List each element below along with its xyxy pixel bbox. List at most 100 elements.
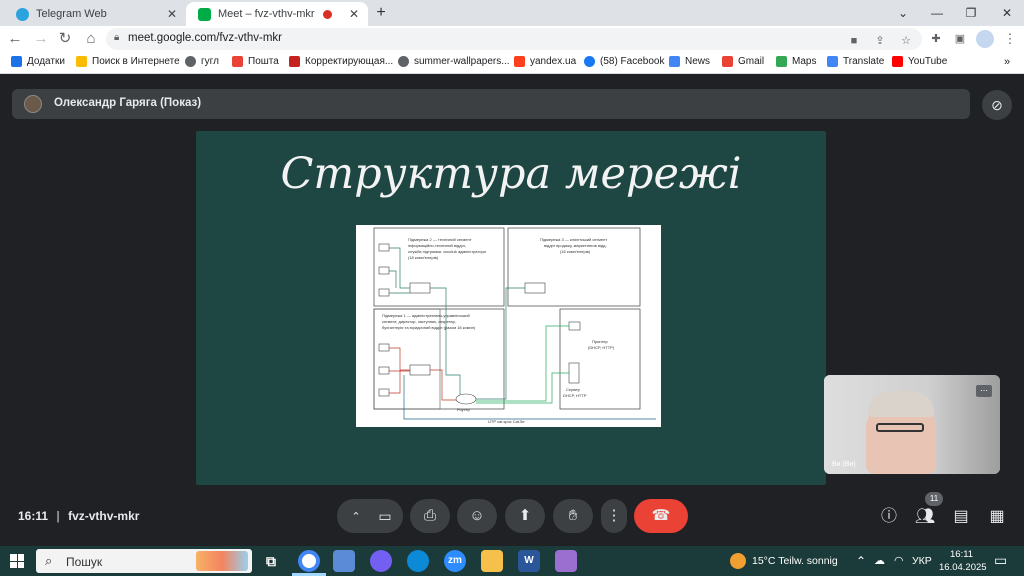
router-label: Роутер — [457, 407, 471, 412]
close-tab-icon[interactable]: ✕ — [164, 7, 180, 21]
bookmarks-bar: Додатки Поиск в Интернете гугл Пошта Кор… — [0, 52, 1024, 74]
bookmark-maps[interactable]: Maps — [776, 56, 816, 67]
tray-chevron-icon[interactable]: ⌃ — [856, 554, 866, 568]
lock-icon: 🔒︎ — [114, 32, 120, 43]
bookmark-gmail[interactable]: Gmail — [722, 56, 764, 67]
bookmarks-more-icon[interactable]: » — [1004, 56, 1010, 68]
weather-icon[interactable] — [730, 553, 746, 569]
clock-date[interactable]: 16.04.2025 — [939, 562, 987, 573]
news-icon — [669, 56, 680, 67]
file-explorer-icon[interactable] — [481, 550, 503, 572]
notifications-icon[interactable]: ▭ — [994, 552, 1007, 569]
captions-button[interactable]: ⎙ — [410, 499, 450, 533]
camera-icon[interactable]: ■ — [846, 33, 862, 49]
windows-start-icon[interactable] — [10, 554, 24, 568]
taskbar-search[interactable]: ⌕ Пошук — [36, 549, 252, 573]
bookmark-label: (58) Facebook — [600, 56, 665, 67]
address-bar[interactable]: 🔒︎ meet.google.com/fvz-vthv-mkr ■ ⇪ ☆ — [106, 28, 922, 50]
subnet3-label-1: Підмережа 3 — клієнтський сегмент — [540, 237, 607, 242]
menu-kebab-icon[interactable]: ⋮ — [1002, 31, 1018, 47]
home-icon[interactable]: ⌂ — [80, 29, 102, 49]
share-icon[interactable]: ⇪ — [872, 33, 888, 49]
restore-icon[interactable]: ❐ — [960, 3, 982, 23]
url-text: meet.google.com/fvz-vthv-mkr — [128, 32, 283, 44]
bookmark-korrektiruyushchaya[interactable]: Корректирующая... — [289, 56, 393, 67]
tab-label: Meet – fvz-vthv-mkr — [218, 8, 315, 20]
pin-off-icon[interactable]: ⊘ — [982, 90, 1012, 120]
mail-icon — [232, 56, 243, 67]
bookmark-label: гугл — [201, 56, 219, 67]
tab-telegram[interactable]: Telegram Web ✕ — [4, 2, 186, 26]
subnet1-box — [373, 308, 505, 410]
bookmark-label: Gmail — [738, 56, 765, 67]
bookmark-search[interactable]: Поиск в Интернете — [76, 56, 180, 67]
bookmark-news[interactable]: News — [669, 56, 710, 67]
onedrive-icon[interactable]: ☁ — [874, 554, 885, 567]
tab-search-icon[interactable]: ⌄ — [892, 3, 914, 23]
meeting-details-icon[interactable]: ⓘ — [878, 506, 900, 528]
avatar — [24, 95, 42, 113]
apps-grid-icon — [11, 56, 22, 67]
viber-icon[interactable] — [370, 550, 392, 572]
bookmark-star-icon[interactable]: ☆ — [898, 33, 914, 49]
browser-tab-bar: Telegram Web ✕ Meet – fvz-vthv-mkr ✕ + ⌄… — [0, 0, 1024, 26]
bookmark-summer-wallpapers[interactable]: summer-wallpapers... — [398, 56, 510, 67]
bookmark-google[interactable]: гугл — [185, 56, 219, 67]
activities-grid-icon[interactable]: ▦ — [986, 506, 1008, 528]
self-view-tile[interactable]: ⋯ Ви (Ви) — [824, 375, 1000, 474]
task-view-icon[interactable]: ⧉ — [260, 550, 282, 572]
chat-icon[interactable]: ▤ — [950, 506, 972, 528]
bookmark-facebook[interactable]: (58) Facebook — [584, 56, 664, 67]
word-icon[interactable]: W — [518, 550, 540, 572]
people-icon[interactable]: 👥︎ — [914, 506, 936, 528]
clock-time[interactable]: 16:11 — [950, 549, 973, 560]
reload-icon[interactable]: ↻ — [54, 29, 76, 49]
zoom-icon[interactable]: zm — [444, 550, 466, 572]
weather-text[interactable]: 15°C Teilw. sonnig — [752, 555, 838, 567]
bookmark-apps[interactable]: Додатки — [11, 56, 65, 67]
paint-3d-icon[interactable] — [555, 550, 577, 572]
new-tab-button[interactable]: + — [370, 3, 392, 23]
bookmark-youtube[interactable]: YouTube — [892, 56, 947, 67]
bookmark-label: yandex.ua — [530, 56, 577, 67]
leave-call-button[interactable]: ☎ — [634, 499, 688, 533]
subnet2-label-4: (18 комп'ютерів) — [408, 255, 439, 260]
meet-icon — [198, 7, 211, 21]
bookmark-translate[interactable]: Translate — [827, 56, 884, 67]
profile-avatar[interactable] — [976, 30, 994, 48]
forward-icon[interactable]: → — [30, 29, 52, 49]
gmail-icon — [722, 56, 733, 67]
globe-icon — [398, 56, 409, 67]
raise-hand-button[interactable]: ✋︎ — [553, 499, 593, 533]
printer-label-1: Принтер — [592, 339, 609, 344]
close-tab-icon[interactable]: ✕ — [346, 7, 362, 21]
more-vert-icon: ⋮ — [606, 507, 622, 524]
browser-toolbar: ← → ↻ ⌂ 🔒︎ meet.google.com/fvz-vthv-mkr … — [0, 26, 1024, 52]
language-indicator[interactable]: УКР — [912, 555, 932, 567]
wifi-icon[interactable]: ◠ — [894, 554, 904, 567]
camera-icon[interactable]: ▭ — [367, 499, 403, 533]
chrome-icon[interactable] — [298, 550, 320, 572]
side-panel-icon[interactable]: ▣ — [952, 31, 968, 47]
more-options-button[interactable]: ⋮ — [601, 499, 627, 533]
extensions-icon[interactable]: ✚ — [928, 31, 944, 47]
server-label-2: DHCP, HTTP — [563, 393, 587, 398]
bookmark-yandex[interactable]: yandex.ua — [514, 56, 576, 67]
back-icon[interactable]: ← — [4, 29, 26, 49]
captions-icon: ⎙ — [423, 507, 436, 524]
chevron-up-icon[interactable]: ⌃ — [351, 511, 360, 523]
bookmark-mail[interactable]: Пошта — [232, 56, 279, 67]
search-globe-icon — [76, 56, 87, 67]
tab-meet[interactable]: Meet – fvz-vthv-mkr ✕ — [186, 2, 368, 26]
tile-options-icon[interactable]: ⋯ — [976, 385, 992, 397]
bookmark-label: News — [685, 56, 711, 67]
close-window-icon[interactable]: ✕ — [996, 3, 1018, 23]
emoji-button[interactable]: ☺ — [457, 499, 497, 533]
paint-icon[interactable] — [333, 550, 355, 572]
present-screen-icon: ⬆ — [518, 507, 532, 524]
present-button[interactable]: ⬆ — [505, 499, 545, 533]
minimize-icon[interactable]: — — [926, 3, 948, 23]
edge-icon[interactable] — [407, 550, 429, 572]
search-placeholder: Пошук — [66, 555, 103, 569]
bookmark-label: summer-wallpapers... — [414, 56, 510, 67]
